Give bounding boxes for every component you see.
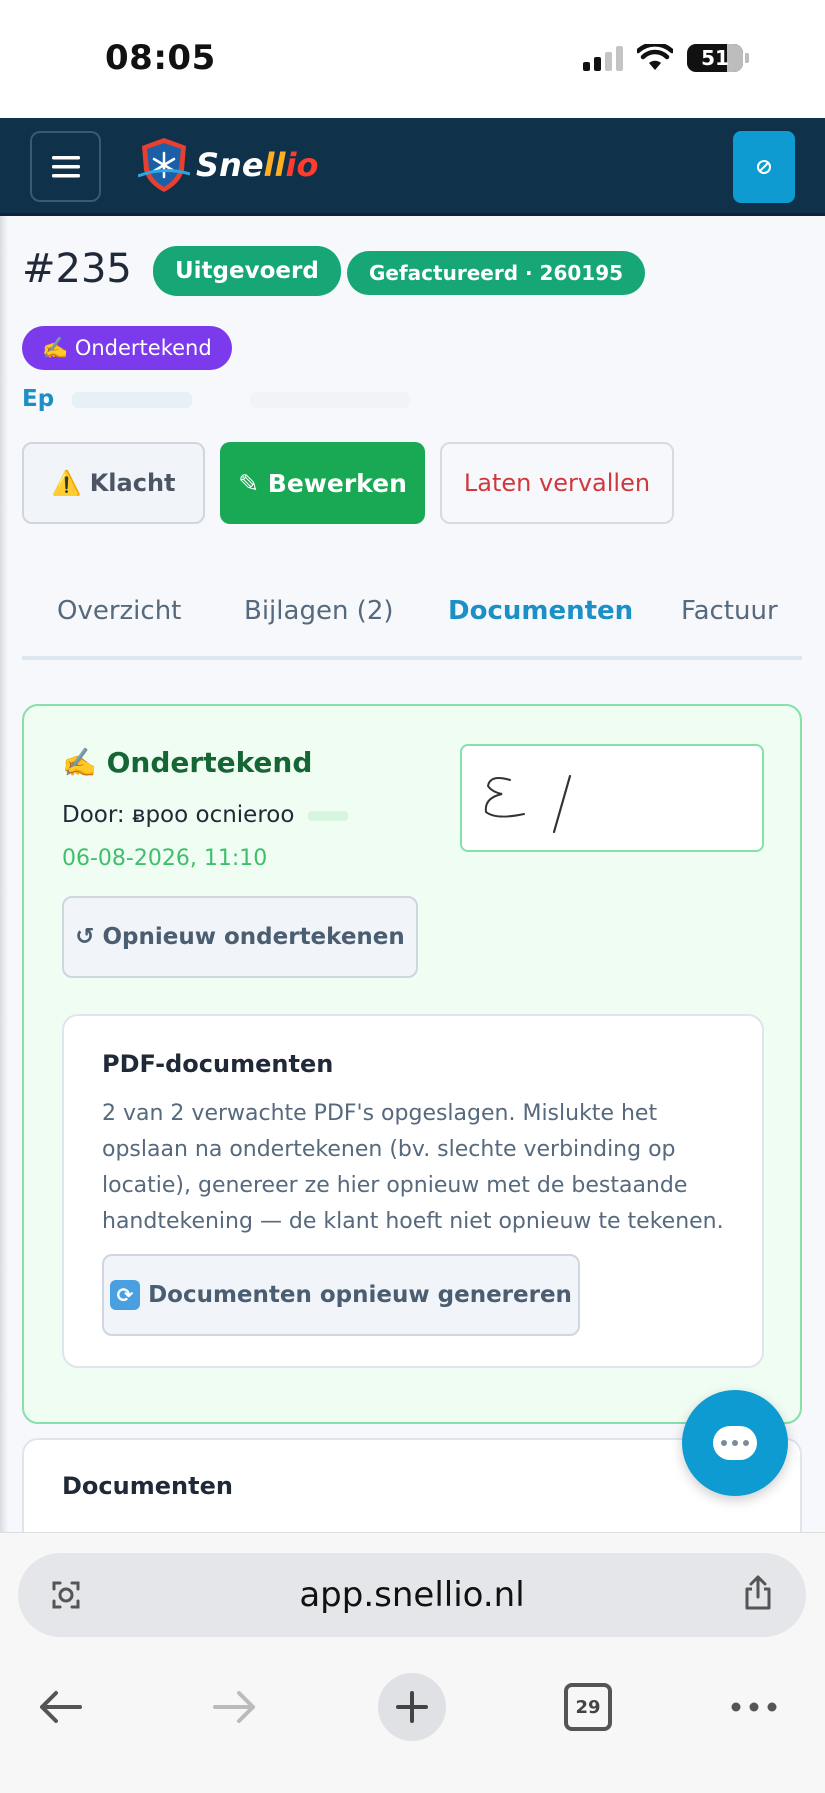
signature-image: [460, 744, 764, 852]
chat-button[interactable]: [682, 1390, 788, 1496]
status-bar: 08:05 51: [0, 0, 825, 118]
hamburger-icon: [51, 155, 80, 177]
edit-button[interactable]: ✎ Bewerken: [220, 442, 425, 524]
tab-factuur[interactable]: Factuur: [681, 596, 778, 626]
job-number: #235: [22, 246, 132, 292]
tab-bijlagen[interactable]: Bijlagen (2): [244, 596, 394, 626]
signed-date: 06-08-2026, 11:10: [62, 846, 268, 871]
back-button[interactable]: [30, 1673, 90, 1741]
customer-address-redacted: [250, 392, 410, 408]
documents-card-title: Documenten: [62, 1472, 233, 1500]
signed-panel: ✍️ Ondertekend Door: ᴃpoo ocnieroo 06-08…: [22, 704, 802, 1424]
signed-badge: ✍️ Ondertekend: [22, 326, 232, 370]
battery-icon: 51: [687, 44, 743, 72]
customer-link[interactable]: Ep: [22, 386, 54, 412]
pdf-documents-card: PDF-documenten 2 van 2 verwachte PDF's o…: [62, 1014, 764, 1368]
signed-by-label: Door:: [62, 802, 125, 828]
regenerate-label: Documenten opnieuw genereren: [148, 1282, 572, 1308]
menu-button[interactable]: [30, 131, 101, 202]
plus-icon: [396, 1691, 428, 1723]
wifi-icon: [637, 44, 673, 70]
tag-icon: [757, 160, 771, 174]
signed-by-redacted: [307, 810, 348, 821]
signed-by: Door: ᴃpoo ocnieroo: [62, 802, 348, 828]
cellular-signal-icon: [583, 45, 623, 71]
app-header: Snellio: [0, 118, 825, 216]
tab-bar: Overzicht Bijlagen (2) Documenten Factuu…: [22, 586, 802, 660]
signed-by-name: ᴃpoo ocnieroo: [131, 802, 295, 828]
pdf-card-title: PDF-documenten: [102, 1050, 334, 1078]
tab-overzicht[interactable]: Overzicht: [57, 596, 181, 626]
chat-bubble-icon: [713, 1426, 757, 1460]
invoice-badge: Gefactureerd · 260195: [347, 251, 646, 295]
edge-shadow: [0, 216, 8, 1532]
app-logo[interactable]: Snellio: [138, 136, 318, 194]
regenerate-documents-button[interactable]: ⟳ Documenten opnieuw genereren: [102, 1254, 580, 1336]
browser-toolbar: app.snellio.nl 29: [0, 1532, 825, 1793]
battery-tip: [745, 53, 749, 63]
pdf-card-description: 2 van 2 verwachte PDF's opgeslagen. Misl…: [102, 1101, 724, 1234]
new-tab-button[interactable]: [378, 1673, 446, 1741]
tabs-button[interactable]: 29: [564, 1683, 612, 1731]
status-badge: Uitgevoerd: [153, 246, 341, 296]
more-button[interactable]: [726, 1673, 782, 1741]
main-content: #235 Uitgevoerd Gefactureerd · 260195 ✍️…: [0, 216, 825, 1532]
snowflake-shield-icon: [138, 138, 190, 192]
complaint-button[interactable]: ⚠️ Klacht: [22, 442, 205, 524]
status-icons: 51: [583, 44, 749, 72]
logo-wordmark: Snellio: [196, 146, 319, 184]
resign-button[interactable]: ↺ Opnieuw ondertekenen: [62, 896, 418, 978]
status-time: 08:05: [105, 38, 216, 78]
arrow-right-icon: [213, 1691, 255, 1723]
forward-button[interactable]: [205, 1673, 265, 1741]
address-bar[interactable]: app.snellio.nl: [18, 1553, 806, 1637]
browser-nav-row: 29: [0, 1653, 825, 1773]
more-dots-icon: [731, 1702, 777, 1712]
arrow-left-icon: [40, 1691, 82, 1723]
customer-name-redacted: [72, 392, 192, 408]
header-action-button[interactable]: [733, 131, 795, 203]
signed-title: ✍️ Ondertekend: [62, 746, 313, 779]
url-text: app.snellio.nl: [299, 1575, 525, 1615]
signature-drawing: [484, 774, 572, 834]
expire-button[interactable]: Laten vervallen: [440, 442, 674, 524]
share-icon[interactable]: [738, 1573, 778, 1613]
battery-level: 51: [701, 46, 729, 70]
tab-documenten[interactable]: Documenten: [448, 596, 633, 626]
refresh-icon: ⟳: [110, 1280, 141, 1310]
